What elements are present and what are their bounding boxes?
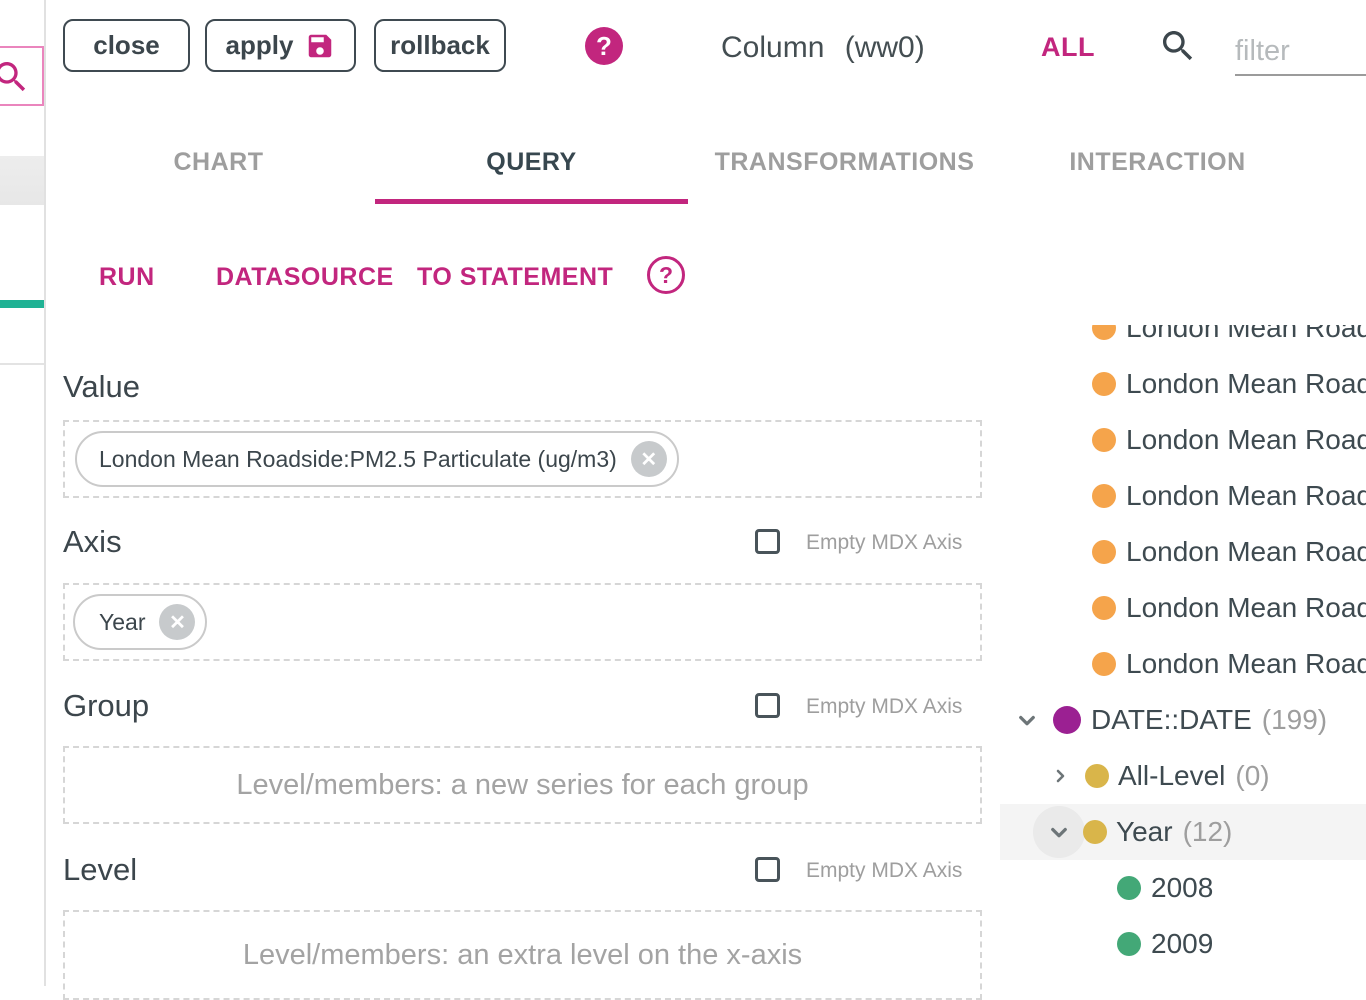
measure-label: London Mean Roadside:PM2.5 Particulate (…	[1126, 325, 1366, 344]
query-help-icon[interactable]: ?	[647, 256, 685, 294]
axis-empty-mdx-checkbox[interactable]	[755, 529, 780, 554]
level-empty-mdx-label: Empty MDX Axis	[806, 859, 962, 883]
close-button[interactable]: close	[63, 19, 190, 72]
help-icon-glyph: ?	[596, 31, 612, 62]
tree-node-all-level[interactable]: All-Level (0)	[1000, 748, 1366, 804]
measure-dot-icon	[1092, 325, 1116, 340]
rollback-button-label: rollback	[390, 30, 490, 61]
tab-chart[interactable]: CHART	[62, 134, 375, 190]
query-help-glyph: ?	[659, 262, 673, 289]
group-dropzone-placeholder: Level/members: a new series for each gro…	[236, 769, 808, 802]
axis-empty-mdx-label: Empty MDX Axis	[806, 531, 962, 555]
dimension-dot-icon	[1053, 706, 1081, 734]
run-button[interactable]: RUN	[99, 263, 155, 292]
tab-chart-label: CHART	[174, 148, 264, 177]
value-section-label: Value	[63, 371, 140, 402]
level-count: (12)	[1183, 816, 1233, 848]
background-teal-accent-line	[0, 300, 44, 308]
measure-label: London Mean Roadside:PM2.5 Particulate (…	[1126, 592, 1366, 624]
value-chip[interactable]: London Mean Roadside:PM2.5 Particulate (…	[75, 431, 679, 487]
background-gray-band	[0, 156, 44, 205]
level-dot-icon	[1083, 820, 1107, 844]
measure-dot-icon	[1092, 428, 1116, 452]
member-dot-icon	[1117, 932, 1141, 956]
rollback-button[interactable]: rollback	[374, 19, 506, 72]
member-dot-icon	[1117, 876, 1141, 900]
measure-label: London Mean Roadside:PM2.5 Particulate (…	[1126, 368, 1366, 400]
axis-chip-remove-icon[interactable]: ✕	[159, 604, 195, 640]
value-chip-label: London Mean Roadside:PM2.5 Particulate (…	[99, 446, 617, 473]
background-divider-line	[0, 363, 44, 365]
background-search-icon	[0, 57, 31, 97]
dimension-label: DATE::DATE	[1091, 704, 1252, 736]
group-empty-mdx-checkbox[interactable]	[755, 693, 780, 718]
measure-label: London Mean Roadside:PM2.5 Particulate (…	[1126, 536, 1366, 568]
level-dropzone[interactable]: Level/members: an extra level on the x-a…	[63, 910, 982, 1000]
tab-interaction[interactable]: INTERACTION	[1001, 134, 1314, 190]
filter-input[interactable]	[1235, 28, 1366, 76]
close-button-label: close	[93, 30, 160, 61]
tree-measure-item[interactable]: London Mean Roadside:PM2.5 Particulate (…	[1000, 325, 1366, 356]
axis-section-label: Axis	[63, 526, 122, 557]
level-count: (0)	[1235, 760, 1269, 792]
tree-member-year[interactable]: 2009	[1000, 916, 1366, 972]
member-label: 2009	[1151, 928, 1213, 960]
tree-node-year-level[interactable]: Year (12)	[1000, 804, 1366, 860]
value-dropzone[interactable]: London Mean Roadside:PM2.5 Particulate (…	[63, 420, 982, 498]
axis-dropzone[interactable]: Year ✕	[63, 583, 982, 661]
tab-query[interactable]: QUERY	[375, 134, 688, 190]
tree-measure-item[interactable]: London Mean Roadside:PM2.5 Particulate (…	[1000, 580, 1366, 636]
group-section-label: Group	[63, 690, 149, 721]
member-label: 2008	[1151, 872, 1213, 904]
tab-interaction-label: INTERACTION	[1069, 148, 1245, 177]
tree-measure-item[interactable]: London Mean Roadside:PM2.5 Particulate (…	[1000, 524, 1366, 580]
level-empty-mdx-checkbox[interactable]	[755, 857, 780, 882]
dimension-count: (199)	[1262, 704, 1327, 736]
chevron-focus-circle[interactable]	[1033, 806, 1085, 858]
dialog-left-divider	[44, 0, 46, 986]
apply-button[interactable]: apply	[205, 19, 356, 72]
apply-button-label: apply	[226, 30, 294, 61]
group-empty-mdx-label: Empty MDX Axis	[806, 695, 962, 719]
axis-chip-label: Year	[99, 609, 145, 636]
tree-measure-item[interactable]: London Mean Roadside:PM2.5 Particulate (…	[1000, 356, 1366, 412]
tree-member-year[interactable]: 2008	[1000, 860, 1366, 916]
measure-dot-icon	[1092, 484, 1116, 508]
tab-transformations[interactable]: TRANSFORMATIONS	[688, 134, 1001, 190]
tab-query-label: QUERY	[486, 148, 576, 177]
filter-all-button[interactable]: ALL	[1041, 32, 1095, 63]
level-dot-icon	[1085, 764, 1109, 788]
level-section-label: Level	[63, 854, 137, 885]
measure-label: London Mean Roadside:PM2.5 Particulate (…	[1126, 424, 1366, 456]
level-label: All-Level	[1118, 760, 1225, 792]
datasource-button[interactable]: DATASOURCE	[216, 263, 394, 292]
measure-dot-icon	[1092, 596, 1116, 620]
group-dropzone[interactable]: Level/members: a new series for each gro…	[63, 746, 982, 824]
level-label: Year	[1116, 816, 1173, 848]
search-icon	[1158, 26, 1198, 66]
save-icon	[305, 31, 335, 61]
chevron-right-icon[interactable]	[1048, 764, 1072, 788]
tab-bar: CHART QUERY TRANSFORMATIONS INTERACTION	[62, 134, 1314, 190]
to-statement-button[interactable]: TO STATEMENT	[417, 263, 613, 292]
tree-measure-item[interactable]: London Mean Roadside:PM2.5 Particulate (…	[1000, 636, 1366, 692]
measure-dot-icon	[1092, 652, 1116, 676]
measure-dot-icon	[1092, 372, 1116, 396]
axis-chip[interactable]: Year ✕	[73, 594, 207, 650]
chevron-down-icon[interactable]	[1012, 705, 1042, 735]
chevron-down-icon	[1044, 817, 1074, 847]
tree-measure-item[interactable]: London Mean Roadside:PM2.5 Particulate (…	[1000, 468, 1366, 524]
background-page-strip	[0, 0, 45, 986]
tab-transformations-label: TRANSFORMATIONS	[715, 148, 975, 177]
measure-dot-icon	[1092, 540, 1116, 564]
value-chip-remove-icon[interactable]: ✕	[631, 441, 667, 477]
measure-label: London Mean Roadside:PM2.5 Particulate (…	[1126, 648, 1366, 680]
help-icon[interactable]: ?	[585, 27, 623, 65]
dialog-title: Column (ww0)	[721, 31, 925, 65]
measure-label: London Mean Roadside:PM2.5 Particulate (…	[1126, 480, 1366, 512]
dimension-tree-panel: London Mean Roadside:PM2.5 Particulate (…	[1000, 325, 1366, 986]
tree-node-date-dimension[interactable]: DATE::DATE (199)	[1000, 692, 1366, 748]
level-dropzone-placeholder: Level/members: an extra level on the x-a…	[243, 939, 802, 972]
tree-measure-item[interactable]: London Mean Roadside:PM2.5 Particulate (…	[1000, 412, 1366, 468]
